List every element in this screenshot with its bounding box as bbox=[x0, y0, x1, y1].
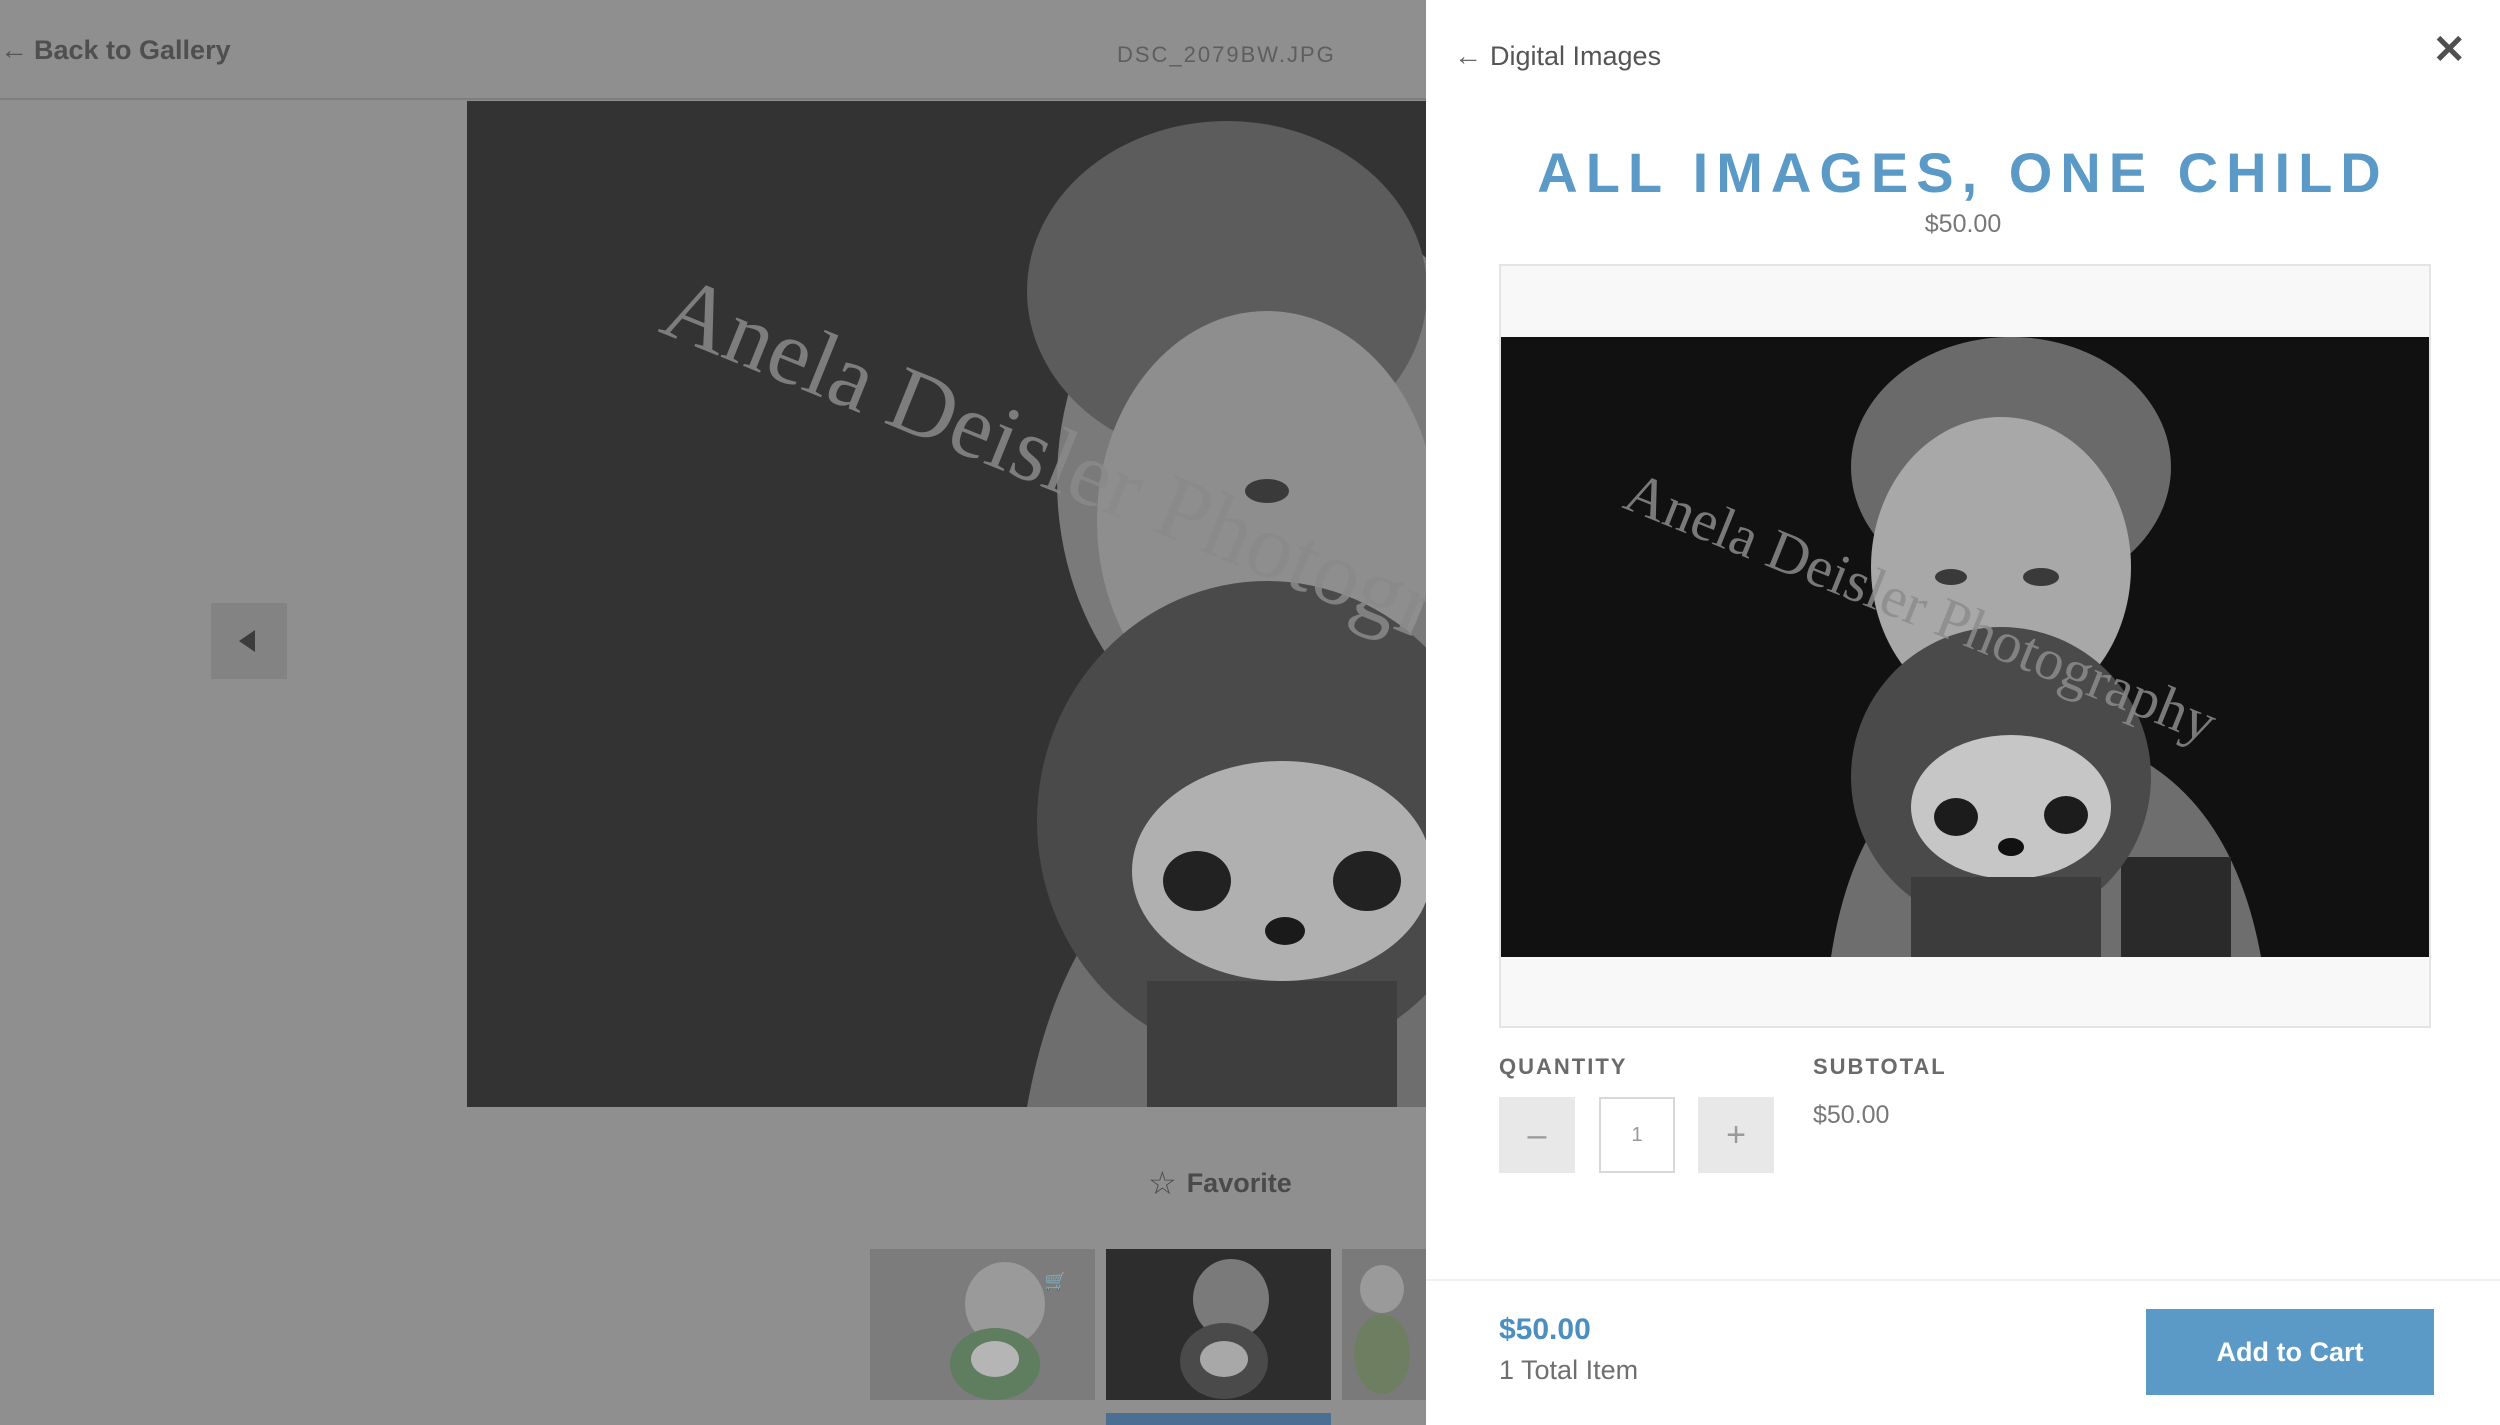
footer-total-price: $50.00 bbox=[1499, 1313, 1591, 1346]
close-icon[interactable]: ✕ bbox=[2432, 30, 2466, 70]
subtotal-label: SUBTOTAL bbox=[1813, 1054, 1947, 1079]
main-photo: Anela Deisler Photography bbox=[467, 101, 1426, 1107]
quantity-input[interactable] bbox=[1599, 1097, 1675, 1173]
back-to-gallery-link[interactable]: ← Back to Gallery bbox=[0, 34, 231, 66]
image-filename: DSC_2079BW.JPG bbox=[1117, 42, 1336, 67]
thumbnail[interactable] bbox=[1342, 1249, 1432, 1400]
favorite-button[interactable]: ☆ Favorite bbox=[1148, 1164, 1292, 1202]
add-to-cart-button[interactable]: Add to Cart bbox=[2146, 1309, 2434, 1395]
product-title: ALL IMAGES, ONE CHILD bbox=[1537, 141, 2389, 204]
quantity-decrement-button[interactable]: – bbox=[1499, 1097, 1575, 1173]
thumbnail-image bbox=[1106, 1249, 1331, 1400]
digital-images-label: Digital Images bbox=[1490, 40, 1662, 71]
thumbnail-image bbox=[1342, 1249, 1432, 1400]
arrow-left-icon: ← bbox=[1454, 40, 1482, 71]
product-panel: ← Digital Images ✕ ALL IMAGES, ONE CHILD… bbox=[1426, 0, 2500, 1425]
gallery-header: ← Back to Gallery DSC_2079BW.JPG bbox=[0, 0, 1426, 100]
triangle-left-icon bbox=[239, 630, 255, 652]
preview-photo: Anela Deisler Photography bbox=[1501, 337, 2429, 957]
digital-images-back-link[interactable]: ← Digital Images bbox=[1454, 40, 1661, 72]
cart-footer: $50.00 1 Total Item Add to Cart bbox=[1426, 1279, 2500, 1425]
preview-image: Anela Deisler Photography bbox=[1501, 337, 2429, 957]
favorite-label: Favorite bbox=[1186, 1167, 1292, 1198]
thumbnail-active[interactable] bbox=[1106, 1249, 1331, 1400]
footer-total-items: 1 Total Item bbox=[1499, 1355, 1639, 1385]
back-to-gallery-label: Back to Gallery bbox=[34, 34, 231, 65]
main-photo-image: Anela Deisler Photography bbox=[467, 101, 1426, 1107]
quantity-increment-button[interactable]: + bbox=[1698, 1097, 1774, 1173]
subtotal-value: $50.00 bbox=[1813, 1101, 1890, 1129]
arrow-left-icon: ← bbox=[0, 34, 28, 65]
active-thumbnail-indicator bbox=[1106, 1413, 1331, 1425]
quantity-label: QUANTITY bbox=[1499, 1054, 1628, 1079]
thumbnail[interactable]: 🛒 bbox=[870, 1249, 1095, 1400]
cart-icon: 🛒 bbox=[1044, 1271, 1067, 1291]
product-price: $50.00 bbox=[1924, 210, 2002, 238]
star-outline-icon: ☆ bbox=[1148, 1165, 1177, 1201]
thumbnail-strip: 🛒 bbox=[870, 1249, 1432, 1400]
product-preview: Anela Deisler Photography bbox=[1499, 264, 2431, 1028]
previous-image-button[interactable] bbox=[211, 603, 287, 679]
